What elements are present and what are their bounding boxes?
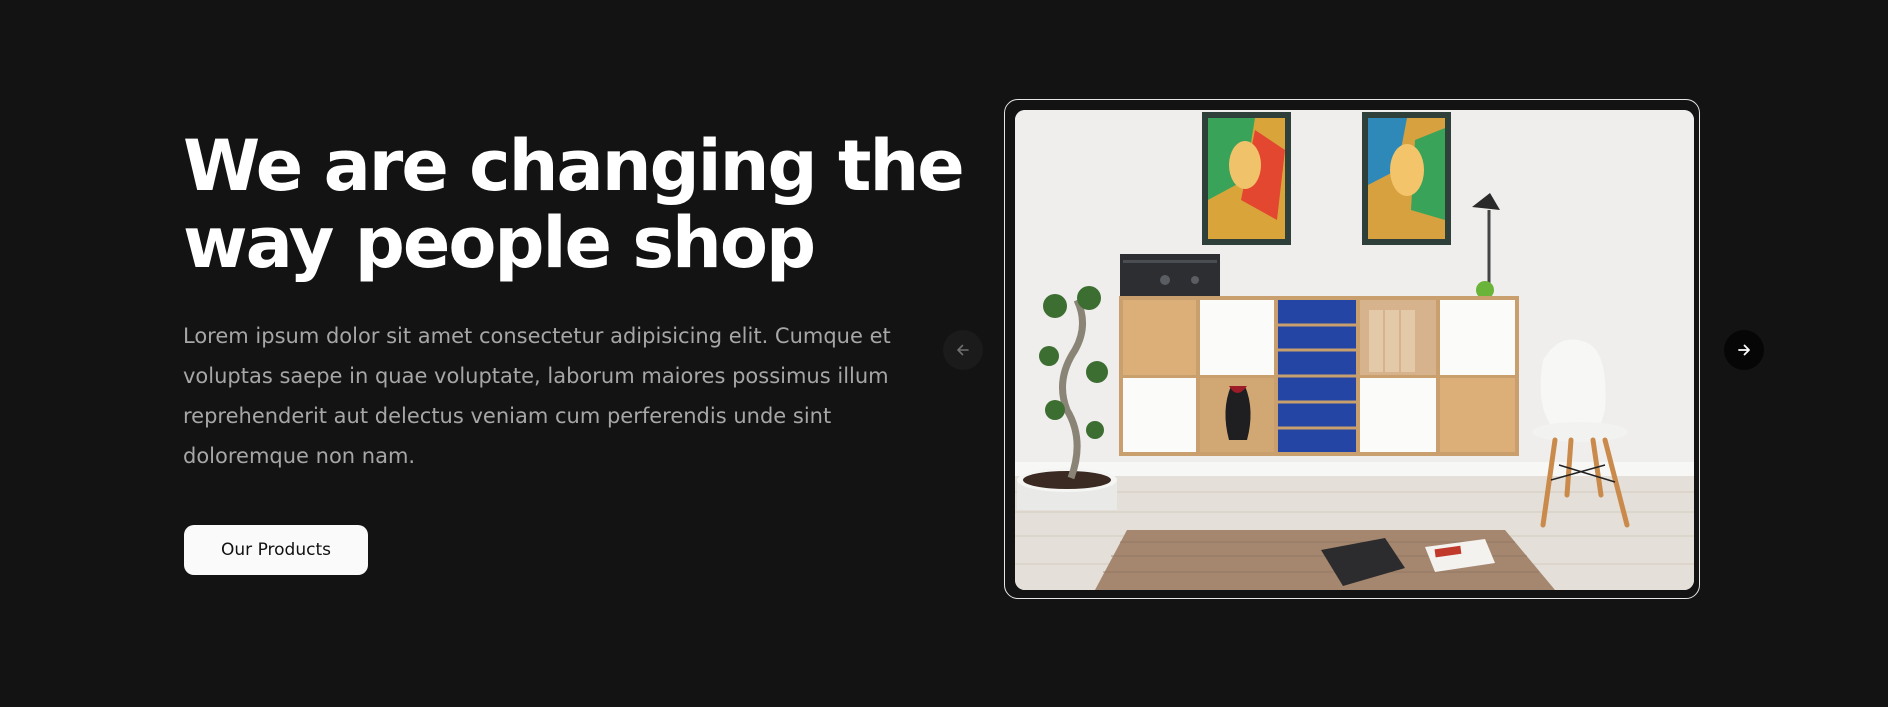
hero-description: Lorem ipsum dolor sit amet consectetur a…	[183, 316, 891, 476]
carousel-prev-button[interactable]	[943, 330, 983, 370]
description-line-1: Lorem ipsum dolor sit amet consectetur a…	[183, 324, 891, 348]
headline-line-1: We are changing the	[183, 125, 965, 207]
arrow-left-icon	[955, 342, 971, 358]
carousel-next-button[interactable]	[1724, 330, 1764, 370]
carousel-slide-image	[1015, 110, 1694, 590]
description-line-4: doloremque non nam.	[183, 444, 416, 468]
arrow-right-icon	[1736, 342, 1752, 358]
hero-headline: We are changing the way people shop	[183, 125, 965, 284]
headline-line-2: way people shop	[183, 202, 816, 284]
living-room-illustration	[1015, 110, 1694, 590]
hero-section: We are changing the way people shop Lore…	[0, 0, 1888, 707]
our-products-button[interactable]: Our Products	[184, 525, 368, 575]
description-line-2: voluptas saepe in quae voluptate, laboru…	[183, 364, 889, 388]
description-line-3: reprehenderit aut delectus veniam cum pe…	[183, 404, 832, 428]
